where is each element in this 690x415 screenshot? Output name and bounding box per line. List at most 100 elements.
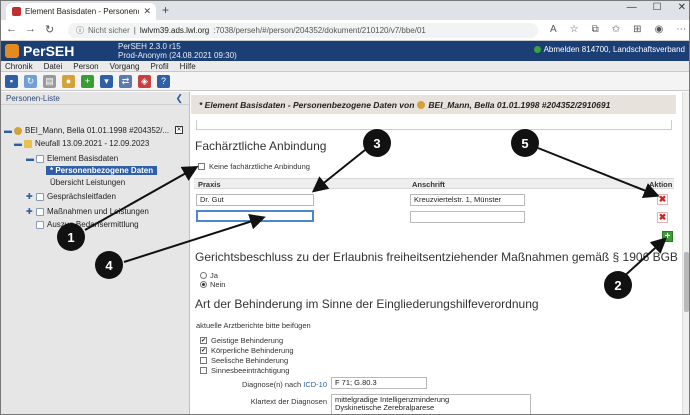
anschrift-input-1[interactable]: Kreuzviertelstr. 1, Münster <box>410 194 525 206</box>
collapse-icon[interactable]: ▬ <box>14 140 22 148</box>
sidebar-title: Personen-Liste <box>6 93 60 103</box>
menu-vorgang[interactable]: Vorgang <box>110 62 140 71</box>
favorites-icon[interactable]: ✩ <box>612 24 620 35</box>
collapse-icon[interactable]: ▬ <box>4 127 12 135</box>
app-logo-icon <box>5 44 19 58</box>
callout-5: 5 <box>511 129 539 157</box>
checkbox[interactable]: ✔ <box>200 347 207 354</box>
tree-item-auszug-bedarfsermittlung[interactable]: Auszug Bedarfsermittlung <box>36 220 139 229</box>
tree-item-gespraechsleitfaden[interactable]: ✚ Gesprächsleitfaden <box>26 192 116 201</box>
menu-profil[interactable]: Profil <box>150 62 168 71</box>
praxis-input-1[interactable]: Dr. Gut <box>196 194 314 206</box>
col-anschrift: Anschrift <box>412 180 445 189</box>
refresh-icon[interactable]: ↻ <box>24 74 37 88</box>
checkbox[interactable]: ✔ <box>200 337 207 344</box>
person-icon[interactable]: ● <box>62 74 75 88</box>
expand-icon[interactable]: ✚ <box>26 193 33 201</box>
icd10-link[interactable]: ICD-10 <box>303 380 327 389</box>
window-close-icon[interactable]: ✕ <box>678 2 686 13</box>
browser-tab[interactable]: Element Basisdaten - Personenc ✕ <box>6 3 156 20</box>
help-icon[interactable]: ? <box>157 74 170 88</box>
browser-tabbar: Element Basisdaten - Personenc ✕ + — ☐ ✕ <box>0 0 690 20</box>
scrollbar-thumb[interactable] <box>684 252 689 312</box>
url-field[interactable]: ⓘ Nicht sicher | lwlvm39.ads.lwl.org:703… <box>68 23 538 38</box>
reload-icon[interactable]: ↻ <box>45 23 54 36</box>
tree-item-massnahmen[interactable]: ✚ Maßnahmen und Leistungen <box>26 207 149 216</box>
checkbox[interactable] <box>200 367 207 374</box>
checkbox[interactable] <box>200 357 207 364</box>
document-icon <box>36 220 44 229</box>
app-name: PerSEH <box>23 43 75 59</box>
anschrift-input-2[interactable] <box>410 211 525 223</box>
shield-icon[interactable]: ◈ <box>138 74 151 88</box>
previous-field <box>196 120 672 130</box>
radio-button[interactable] <box>200 281 207 288</box>
delete-row-icon[interactable]: ✖ <box>657 194 668 205</box>
tree-item-neufall[interactable]: ▬ Neufall 13.09.2021 - 12.09.2023 <box>14 139 149 148</box>
person-icon <box>417 100 426 109</box>
sidebar: Personen-Liste ❮ ▬ BEI_Mann, Bella 01.01… <box>0 92 190 415</box>
url-path: :7038/perseh/#/person/204352/dokument/21… <box>213 26 426 35</box>
logout-link[interactable]: Abmelden 814700, Landschaftsverband <box>533 45 685 54</box>
section-heading-facharzt: Fachärztliche Anbindung <box>195 139 327 153</box>
forward-icon[interactable]: → <box>25 23 36 35</box>
tree-item-person[interactable]: ▬ BEI_Mann, Bella 01.01.1998 #204352/... <box>4 126 169 135</box>
favorite-star-icon[interactable]: ☆ <box>570 24 579 35</box>
save-icon[interactable]: ▪ <box>5 74 18 88</box>
add-row-icon[interactable]: + <box>662 231 673 242</box>
checkbox-sinnes[interactable]: Sinnesbeeinträchtigung <box>200 366 289 375</box>
no-doctor-checkbox[interactable]: Keine fachärztliche Anbindung <box>198 162 310 171</box>
menu-chronik[interactable]: Chronik <box>5 62 33 71</box>
menu-datei[interactable]: Datei <box>44 62 63 71</box>
checkbox[interactable] <box>198 163 205 170</box>
klartext-label: Klartext der Diagnosen <box>250 397 327 406</box>
maximize-icon[interactable]: ☐ <box>653 2 662 13</box>
menu-person[interactable]: Person <box>73 62 98 71</box>
back-icon[interactable]: ← <box>6 23 17 35</box>
collections-icon[interactable]: ⊞ <box>633 24 641 35</box>
app-brand: PerSEH <box>5 43 74 59</box>
document-icon <box>36 192 44 201</box>
new-tab-icon[interactable]: + <box>162 3 169 17</box>
minimize-icon[interactable]: — <box>627 2 637 13</box>
url-security: Nicht sicher <box>88 26 130 35</box>
tree-item-uebersicht-leistungen[interactable]: Übersicht Leistungen <box>50 178 125 187</box>
radio-button[interactable] <box>200 272 207 279</box>
close-person-icon[interactable]: ✕ <box>175 126 183 134</box>
menu-bar: Chronik Datei Person Vorgang Profil Hilf… <box>0 61 690 72</box>
diagnose-label: Diagnose(n) nach ICD-10 <box>241 380 327 389</box>
collapse-sidebar-icon[interactable]: ❮ <box>175 93 183 104</box>
checkbox-seelische[interactable]: Seelische Behinderung <box>200 356 288 365</box>
main-content: * Element Basisdaten - Personenbezogene … <box>191 92 690 415</box>
more-icon[interactable]: ⋯ <box>676 24 686 35</box>
read-aloud-icon[interactable]: A <box>550 24 557 35</box>
checkbox-geistige[interactable]: ✔ Geistige Behinderung <box>200 336 283 345</box>
profile-icon[interactable]: ◉ <box>655 24 664 35</box>
document-icon <box>36 154 44 163</box>
section-heading-gerichtsbeschluss: Gerichtsbeschluss zu der Erlaubnis freih… <box>195 250 678 264</box>
checkbox-koerperliche[interactable]: ✔ Körperliche Behinderung <box>200 346 294 355</box>
dropdown-icon[interactable]: ▾ <box>100 74 113 88</box>
radio-ja[interactable]: Ja <box>200 271 218 280</box>
praxis-input-2[interactable] <box>196 210 314 222</box>
add-dropdown-icon[interactable]: + <box>81 74 94 88</box>
klartext-textarea[interactable]: mittelgradige Intelligenzminderung Dyski… <box>331 394 531 415</box>
menu-hilfe[interactable]: Hilfe <box>180 62 196 71</box>
tree-item-personenbezogene-daten[interactable]: * Personenbezogene Daten <box>46 166 158 175</box>
delete-row-icon[interactable]: ✖ <box>657 212 668 223</box>
folder-icon <box>24 139 32 148</box>
expand-icon[interactable]: ✚ <box>26 208 33 216</box>
collapse-icon[interactable]: ▬ <box>26 155 34 163</box>
favicon-icon <box>12 7 21 16</box>
print-icon[interactable]: ▤ <box>43 74 56 88</box>
translate-icon[interactable]: ⇄ <box>119 74 132 88</box>
diagnose-input[interactable]: F 71; G.80.3 <box>331 377 427 389</box>
tab-title: Element Basisdaten - Personenc <box>25 7 140 16</box>
main-scrollbar[interactable] <box>682 92 690 415</box>
extensions-icon[interactable]: ⧉ <box>592 24 599 35</box>
close-tab-icon[interactable]: ✕ <box>143 6 156 17</box>
tree-item-element-basisdaten[interactable]: ▬ Element Basisdaten <box>26 154 118 163</box>
radio-nein[interactable]: Nein <box>200 280 225 289</box>
warning-icon: ⓘ <box>76 26 84 35</box>
toolbar: ▪ ↻ ▤ ● + ▾ ⇄ ◈ ? <box>0 72 690 91</box>
